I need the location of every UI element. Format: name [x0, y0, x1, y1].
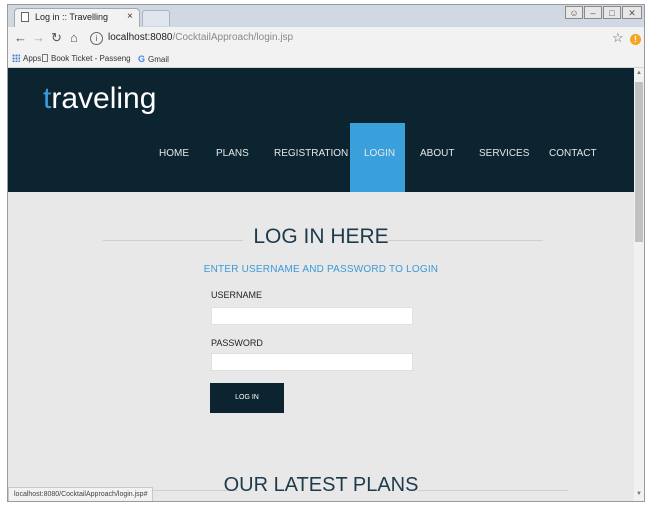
page-viewport: traveling HOME PLANS REGISTRATION LOGIN …: [8, 68, 634, 501]
new-tab-button[interactable]: [142, 10, 170, 26]
nav-home[interactable]: HOME: [159, 148, 189, 159]
nav-about[interactable]: ABOUT: [420, 148, 454, 159]
apps-grid-icon: [12, 54, 20, 62]
browser-window: Log in :: Travelling × ☺ – □ ✕ ← → ↻ ⌂ i…: [7, 4, 645, 502]
bookmark-label: Apps: [23, 54, 42, 63]
extension-icon[interactable]: !: [630, 34, 641, 45]
bookmark-label: Gmail: [148, 55, 169, 64]
nav-contact[interactable]: CONTACT: [549, 148, 597, 159]
nav-login[interactable]: LOGIN: [364, 148, 395, 159]
nav-registration[interactable]: REGISTRATION: [274, 148, 348, 159]
browser-tab[interactable]: Log in :: Travelling ×: [14, 8, 140, 27]
profile-icon[interactable]: ☺: [565, 6, 583, 19]
page-title: LOG IN HERE: [253, 225, 389, 248]
bookmarks-bar: Apps Book Ticket - Passeng G Gmail: [8, 51, 644, 68]
tab-close-icon[interactable]: ×: [127, 11, 133, 22]
back-arrow-icon[interactable]: ←: [14, 31, 27, 45]
nav-services[interactable]: SERVICES: [479, 148, 529, 159]
minimize-button[interactable]: –: [584, 6, 602, 19]
reload-icon[interactable]: ↻: [51, 31, 62, 45]
password-input[interactable]: [211, 353, 413, 371]
bookmark-book-ticket[interactable]: Book Ticket - Passeng: [42, 54, 131, 63]
scroll-up-icon[interactable]: ▲: [636, 70, 642, 76]
tab-title: Log in :: Travelling: [35, 12, 109, 22]
info-icon[interactable]: i: [90, 32, 103, 45]
bookmark-star-icon[interactable]: ☆: [612, 30, 624, 46]
site-logo[interactable]: traveling: [43, 82, 156, 116]
url-path: /CocktailApproach/login.jsp: [172, 32, 294, 43]
scrollbar-thumb[interactable]: [635, 82, 643, 242]
address-bar[interactable]: i localhost:8080/CocktailApproach/login.…: [90, 30, 610, 48]
username-input[interactable]: [211, 307, 413, 325]
page-icon: [42, 54, 48, 62]
login-button[interactable]: LOG IN: [210, 383, 284, 413]
nav-plans[interactable]: PLANS: [216, 148, 249, 159]
login-subtitle: ENTER USERNAME AND PASSWORD TO LOGIN: [203, 264, 439, 275]
page-icon: [21, 12, 29, 22]
login-section: LOG IN HERE ENTER USERNAME AND PASSWORD …: [8, 192, 634, 501]
site-header: traveling HOME PLANS REGISTRATION LOGIN …: [8, 68, 634, 192]
url-host: localhost:8080: [108, 32, 173, 43]
google-icon: G: [138, 54, 146, 64]
username-label: USERNAME: [211, 290, 263, 300]
tab-strip: Log in :: Travelling × ☺ – □ ✕: [8, 5, 644, 27]
bookmark-label: Book Ticket - Passeng: [51, 54, 131, 63]
close-window-button[interactable]: ✕: [622, 6, 642, 19]
status-bar: localhost:8080/CocktailApproach/login.js…: [8, 487, 154, 501]
forward-arrow-icon[interactable]: →: [32, 31, 45, 45]
bookmark-apps[interactable]: Apps: [12, 54, 41, 63]
maximize-button[interactable]: □: [603, 6, 621, 19]
password-label: PASSWORD: [211, 338, 263, 348]
home-icon[interactable]: ⌂: [70, 31, 78, 45]
bookmark-gmail[interactable]: G Gmail: [138, 54, 169, 64]
logo-text: raveling: [51, 82, 157, 115]
page-scrollbar[interactable]: ▲ ▼: [634, 68, 644, 501]
browser-toolbar: ← → ↻ ⌂ i localhost:8080/CocktailApproac…: [8, 27, 644, 51]
url-text: localhost:8080/CocktailApproach/login.js…: [108, 32, 293, 43]
scroll-down-icon[interactable]: ▼: [636, 491, 642, 497]
